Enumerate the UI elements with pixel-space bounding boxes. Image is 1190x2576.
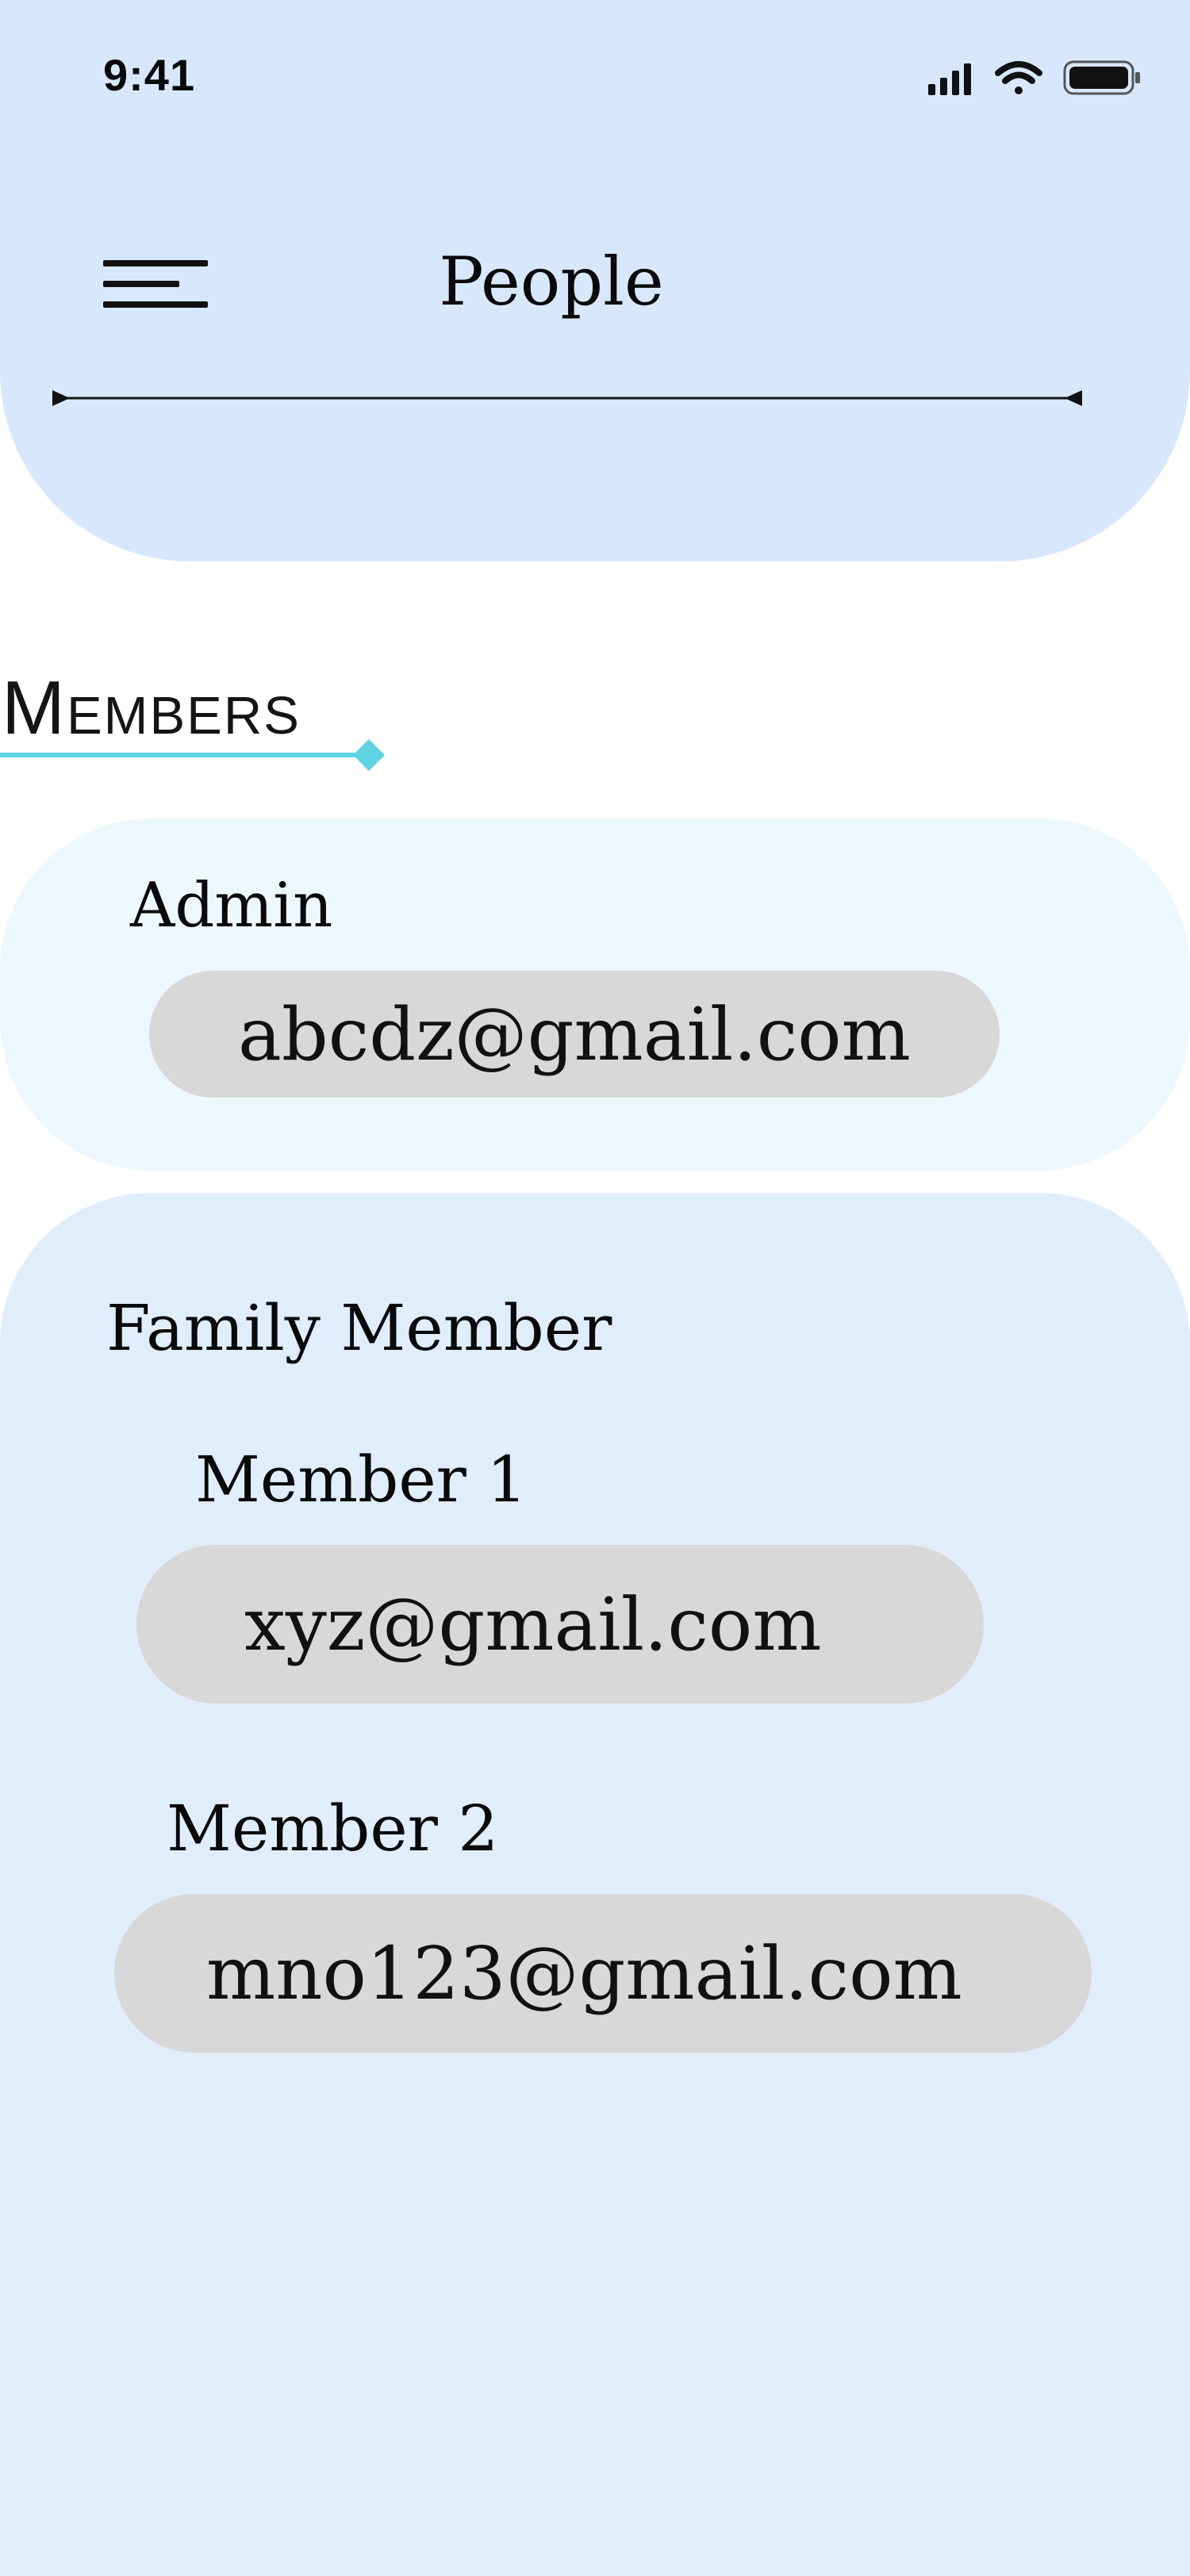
admin-email-field[interactable]: abcdz@gmail.com xyxy=(149,971,1000,1098)
menu-icon[interactable] xyxy=(103,260,208,309)
page-title: People xyxy=(439,243,664,320)
menu-line xyxy=(103,260,208,266)
member-2-email-field[interactable]: mno123@gmail.com xyxy=(114,1894,1092,2053)
wifi-icon xyxy=(995,61,1042,94)
status-icons xyxy=(928,60,1140,95)
family-member-title: Family Member xyxy=(106,1291,612,1365)
battery-icon xyxy=(1063,60,1140,95)
member-1-label: Member 1 xyxy=(195,1443,528,1516)
heading-underline xyxy=(0,739,385,771)
member-2-label: Member 2 xyxy=(167,1792,499,1865)
menu-line xyxy=(103,301,208,308)
signal-icon xyxy=(928,63,971,95)
menu-line xyxy=(103,281,179,287)
status-time: 9:41 xyxy=(103,50,196,100)
title-divider xyxy=(52,390,1082,406)
member-1-email-field[interactable]: xyz@gmail.com xyxy=(136,1545,984,1704)
family-card xyxy=(0,1193,1190,2576)
admin-label: Admin xyxy=(130,870,333,941)
